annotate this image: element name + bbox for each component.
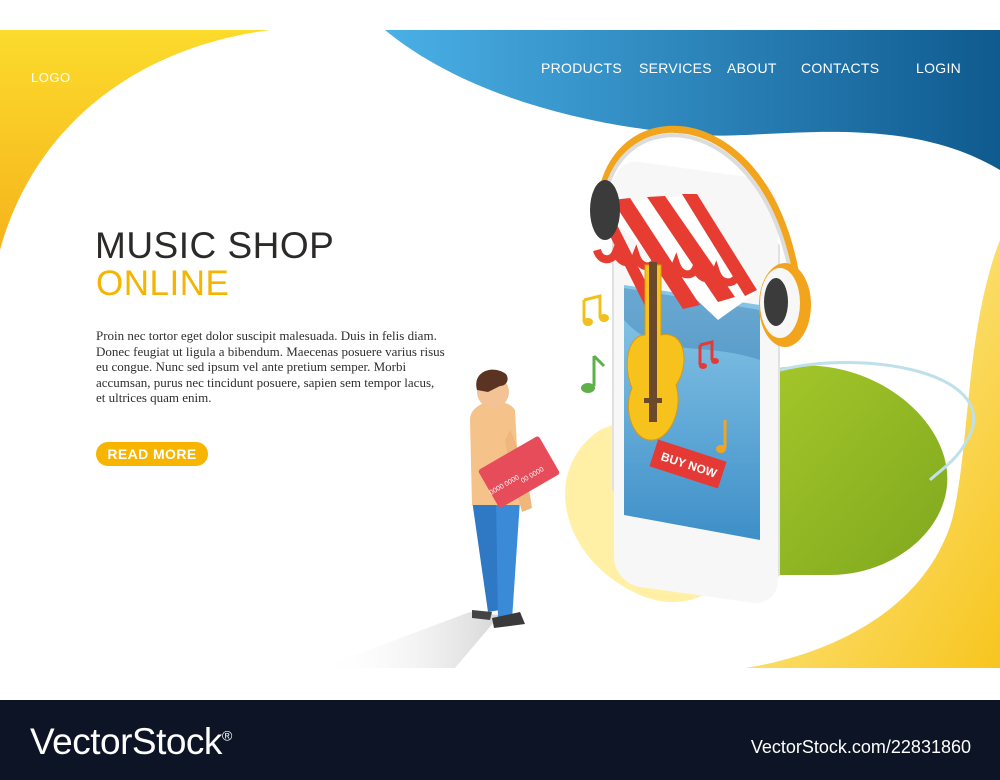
- green-blob: [760, 365, 948, 575]
- watermark-brand: VectorStock®: [30, 721, 232, 762]
- page-subtitle: ONLINE: [96, 264, 230, 303]
- watermark-footer: VectorStock® VectorStock.com/22831860: [0, 700, 1000, 780]
- phone-store: [593, 161, 780, 603]
- watermark-stock-id: VectorStock.com/22831860: [750, 737, 971, 757]
- read-more-button[interactable]: READ MORE: [96, 442, 208, 466]
- blue-header-band: [385, 30, 1000, 170]
- landing-page: LOGO PRODUCTS SERVICES ABOUT CONTACTS LO…: [0, 0, 1000, 780]
- man-shadow: [320, 612, 500, 668]
- login-link[interactable]: LOGIN: [916, 60, 961, 76]
- nav-item-products[interactable]: PRODUCTS: [541, 60, 622, 76]
- nav-item-contacts[interactable]: CONTACTS: [801, 60, 879, 76]
- man-with-card: [470, 369, 560, 628]
- top-nav: PRODUCTS SERVICES ABOUT CONTACTS LOGIN: [0, 60, 1000, 78]
- nav-item-services[interactable]: SERVICES: [639, 60, 712, 76]
- hero-description: Proin nec tortor eget dolor suscipit mal…: [96, 328, 445, 405]
- nav-item-about[interactable]: ABOUT: [727, 60, 777, 76]
- page-title: MUSIC SHOP: [95, 225, 335, 266]
